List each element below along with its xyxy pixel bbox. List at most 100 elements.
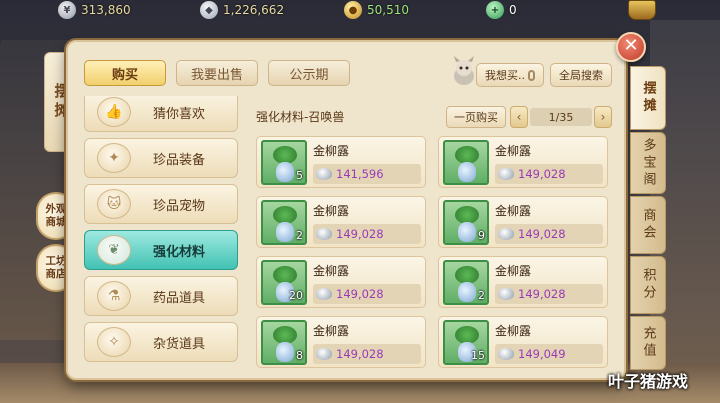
price-value: 149,028 xyxy=(336,227,384,241)
item-price: 149,028 xyxy=(313,224,421,244)
category-guess-you-like[interactable]: 👍 猜你喜欢 xyxy=(84,96,238,132)
tab-buy[interactable]: 购买 xyxy=(84,60,166,86)
medicine-icon: ⚗ xyxy=(97,281,131,311)
item-thumbnail: 8 xyxy=(261,320,307,365)
item-price: 149,028 xyxy=(313,284,421,304)
price-value: 141,596 xyxy=(336,167,384,181)
currency-silver-bank[interactable]: ◆ 1,226,662 xyxy=(200,0,284,20)
chevron-left-icon: ‹ xyxy=(516,110,522,124)
jade-coin-icon: + xyxy=(486,1,504,19)
item-thumbnail: 9 xyxy=(443,200,489,245)
item-thumbnail: 5 xyxy=(261,140,307,185)
silver-coin-icon: ¥ xyxy=(58,1,76,19)
page-indicator: 1/35 xyxy=(530,108,592,126)
section-title: 强化材料-召唤兽 xyxy=(256,110,345,124)
category-medicine[interactable]: ⚗ 药品道具 xyxy=(84,276,238,316)
item-card[interactable]: 金柳露 149,028 xyxy=(438,136,608,188)
item-price: 149,028 xyxy=(495,284,603,304)
item-price: 149,049 xyxy=(495,344,603,364)
item-quantity: 9 xyxy=(478,229,485,242)
vase-icon xyxy=(276,222,294,242)
close-icon: ✕ xyxy=(623,35,639,56)
currency-jade[interactable]: + 0 xyxy=(486,0,517,20)
prev-page-button[interactable]: ‹ xyxy=(510,106,528,128)
treasure-chest-icon[interactable] xyxy=(628,0,656,20)
item-quantity: 5 xyxy=(296,169,303,182)
item-name: 金柳露 xyxy=(313,204,350,218)
right-tab-recharge[interactable]: 充值 xyxy=(630,316,666,370)
vase-icon xyxy=(458,222,476,242)
item-thumbnail xyxy=(443,140,489,185)
vase-icon xyxy=(276,342,294,362)
buy-page-button[interactable]: 一页购买 xyxy=(446,106,506,128)
item-thumbnail: 2 xyxy=(443,260,489,305)
item-price: 149,028 xyxy=(495,164,603,184)
item-card[interactable]: 9 金柳露 149,028 xyxy=(438,196,608,248)
chevron-right-icon: › xyxy=(600,110,606,124)
category-list[interactable]: 👍 猜你喜欢 ✦ 珍品装备 🐱 珍品宠物 ❦ 强化材料 ⚗ 药品道具 ✧ 杂货道… xyxy=(76,96,242,372)
silver-icon xyxy=(498,348,514,360)
category-label: 强化材料 xyxy=(153,244,206,260)
item-thumbnail: 20 xyxy=(261,260,307,305)
item-name: 金柳露 xyxy=(313,324,350,338)
item-name: 金柳露 xyxy=(495,144,532,158)
tab-public-notice[interactable]: 公示期 xyxy=(268,60,350,86)
category-label: 药品道具 xyxy=(153,290,206,306)
item-quantity: 15 xyxy=(471,349,485,362)
global-search-button[interactable]: 全局搜索 xyxy=(550,63,612,87)
item-card[interactable]: 2 金柳露 149,028 xyxy=(256,196,426,248)
item-quantity: 20 xyxy=(289,289,303,302)
item-card[interactable]: 5 金柳露 141,596 xyxy=(256,136,426,188)
vase-icon xyxy=(458,162,476,182)
close-button[interactable]: ✕ xyxy=(616,32,646,62)
cat-icon: 🐱 xyxy=(97,189,131,219)
silver-icon xyxy=(316,348,332,360)
category-enhance-materials[interactable]: ❦ 强化材料 xyxy=(84,230,238,270)
category-label: 珍品宠物 xyxy=(153,198,206,214)
item-card[interactable]: 2 金柳露 149,028 xyxy=(438,256,608,308)
right-tab-points[interactable]: 积分 xyxy=(630,256,666,314)
jade-amount: 0 xyxy=(509,3,517,17)
category-label: 珍品装备 xyxy=(153,152,206,168)
item-card[interactable]: 20 金柳露 149,028 xyxy=(256,256,426,308)
tab-sell[interactable]: 我要出售 xyxy=(176,60,258,86)
item-thumbnail: 2 xyxy=(261,200,307,245)
right-tab-treasure-pavilion[interactable]: 多宝阁 xyxy=(630,132,666,194)
price-value: 149,028 xyxy=(336,347,384,361)
price-value: 149,028 xyxy=(518,287,566,301)
price-value: 149,028 xyxy=(336,287,384,301)
silver-icon xyxy=(498,228,514,240)
price-value: 149,049 xyxy=(518,347,566,361)
category-sundries[interactable]: ✧ 杂货道具 xyxy=(84,322,238,362)
silver-amount: 313,860 xyxy=(81,3,131,17)
item-quantity: 2 xyxy=(296,229,303,242)
item-card[interactable]: 8 金柳露 149,028 xyxy=(256,316,426,368)
want-buy-button[interactable]: 我想买.. xyxy=(476,63,544,87)
vase-icon xyxy=(458,282,476,302)
category-rare-equipment[interactable]: ✦ 珍品装备 xyxy=(84,138,238,178)
silver-icon xyxy=(316,168,332,180)
gold-amount: 50,510 xyxy=(367,3,409,17)
currency-silver[interactable]: ¥ 313,860 xyxy=(58,0,131,20)
silver-ingot-icon: ◆ xyxy=(200,1,218,19)
currency-gold[interactable]: ● 50,510 xyxy=(344,0,409,20)
item-name: 金柳露 xyxy=(313,264,350,278)
currency-bar: ¥ 313,860 ◆ 1,226,662 ● 50,510 + 0 xyxy=(0,0,720,22)
item-thumbnail: 15 xyxy=(443,320,489,365)
item-name: 金柳露 xyxy=(495,324,532,338)
sundries-icon: ✧ xyxy=(97,327,131,357)
want-buy-label: 我想买.. xyxy=(485,69,525,82)
watermark: 叶子猪游戏 xyxy=(608,372,689,391)
leaf-material-icon: ❦ xyxy=(97,235,131,265)
category-label: 猜你喜欢 xyxy=(153,106,206,122)
item-name: 金柳露 xyxy=(495,204,532,218)
next-page-button[interactable]: › xyxy=(594,106,612,128)
item-card[interactable]: 15 金柳露 149,049 xyxy=(438,316,608,368)
silver-bank-amount: 1,226,662 xyxy=(223,3,285,17)
silver-icon xyxy=(316,228,332,240)
price-value: 149,028 xyxy=(518,167,566,181)
right-tab-stall[interactable]: 摆摊 xyxy=(630,66,666,130)
right-tab-guild[interactable]: 商会 xyxy=(630,196,666,254)
silver-icon xyxy=(498,288,514,300)
category-rare-pets[interactable]: 🐱 珍品宠物 xyxy=(84,184,238,224)
